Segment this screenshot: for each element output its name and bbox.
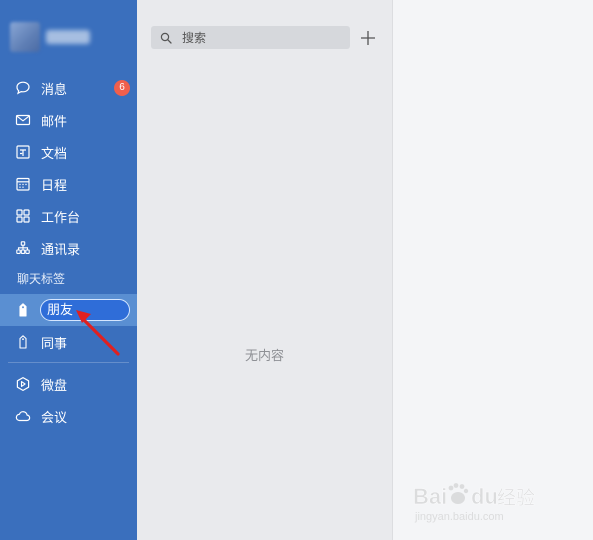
username-blurred — [46, 30, 90, 44]
sidebar-item-meeting[interactable]: 会议 — [0, 400, 137, 432]
sidebar-item-messages[interactable]: 消息 6 — [0, 72, 137, 104]
sidebar-nav: 消息 6 邮件 文档 日程 工作台 通讯录 聊天标签 朋友 同事 微盘 会议 — [0, 72, 137, 432]
sidebar-divider — [8, 362, 129, 363]
document-icon — [15, 144, 31, 160]
sidebar-item-workbench[interactable]: 工作台 — [0, 200, 137, 232]
baidu-jingyan-watermark-logo: Bai du 经验 jingyan.baidu.com — [413, 483, 535, 523]
drive-icon — [15, 376, 31, 392]
unread-badge: 6 — [114, 80, 130, 96]
sidebar-item-label: 日程 — [41, 177, 68, 193]
tag-rename-input[interactable] — [40, 299, 130, 321]
sidebar: 消息 6 邮件 文档 日程 工作台 通讯录 聊天标签 朋友 同事 微盘 会议 — [0, 0, 137, 540]
sidebar-item-label: 消息 — [41, 81, 68, 97]
svg-text:Bai: Bai — [413, 484, 447, 509]
svg-text:jingyan.baidu.com: jingyan.baidu.com — [414, 511, 504, 523]
sidebar-item-docs[interactable]: 文档 — [0, 136, 137, 168]
chat-tags-section-label: 聊天标签 — [17, 272, 66, 286]
svg-text:du: du — [471, 484, 498, 509]
org-chart-icon — [15, 240, 31, 256]
user-profile[interactable] — [10, 20, 120, 56]
plus-icon — [361, 31, 375, 45]
sidebar-item-label: 邮件 — [41, 113, 68, 129]
add-button[interactable] — [359, 29, 377, 47]
chat-content-panel: Bai du 经验 jingyan.baidu.com — [393, 0, 593, 540]
empty-state-text: 无内容 — [244, 348, 284, 363]
tag-icon — [15, 334, 31, 350]
sidebar-item-drive[interactable]: 微盘 — [0, 368, 137, 400]
search-icon — [160, 32, 172, 44]
sidebar-item-label: 同事 — [41, 335, 68, 351]
tag-icon — [15, 302, 31, 318]
search-input[interactable] — [180, 29, 344, 46]
cloud-meeting-icon — [15, 408, 31, 424]
sidebar-item-contacts[interactable]: 通讯录 — [0, 232, 137, 264]
chat-bubble-icon — [15, 80, 31, 96]
sidebar-tag-colleagues[interactable]: 同事 — [0, 326, 137, 358]
avatar[interactable] — [10, 22, 40, 52]
grid-icon — [15, 208, 31, 224]
sidebar-item-label: 文档 — [41, 145, 68, 161]
conversation-list-panel: 无内容 — [137, 0, 393, 540]
calendar-icon — [15, 176, 31, 192]
sidebar-item-label: 通讯录 — [41, 241, 81, 257]
search-box[interactable] — [151, 26, 350, 49]
svg-text:经验: 经验 — [497, 487, 535, 509]
mail-icon — [15, 112, 31, 128]
sidebar-item-label: 微盘 — [41, 377, 68, 393]
app-window: 消息 6 邮件 文档 日程 工作台 通讯录 聊天标签 朋友 同事 微盘 会议 搜… — [0, 0, 593, 540]
sidebar-item-label: 工作台 — [41, 209, 81, 225]
sidebar-item-label: 会议 — [41, 409, 68, 425]
sidebar-item-mail[interactable]: 邮件 — [0, 104, 137, 136]
sidebar-item-schedule[interactable]: 日程 — [0, 168, 137, 200]
sidebar-tag-friends[interactable] — [0, 294, 137, 326]
